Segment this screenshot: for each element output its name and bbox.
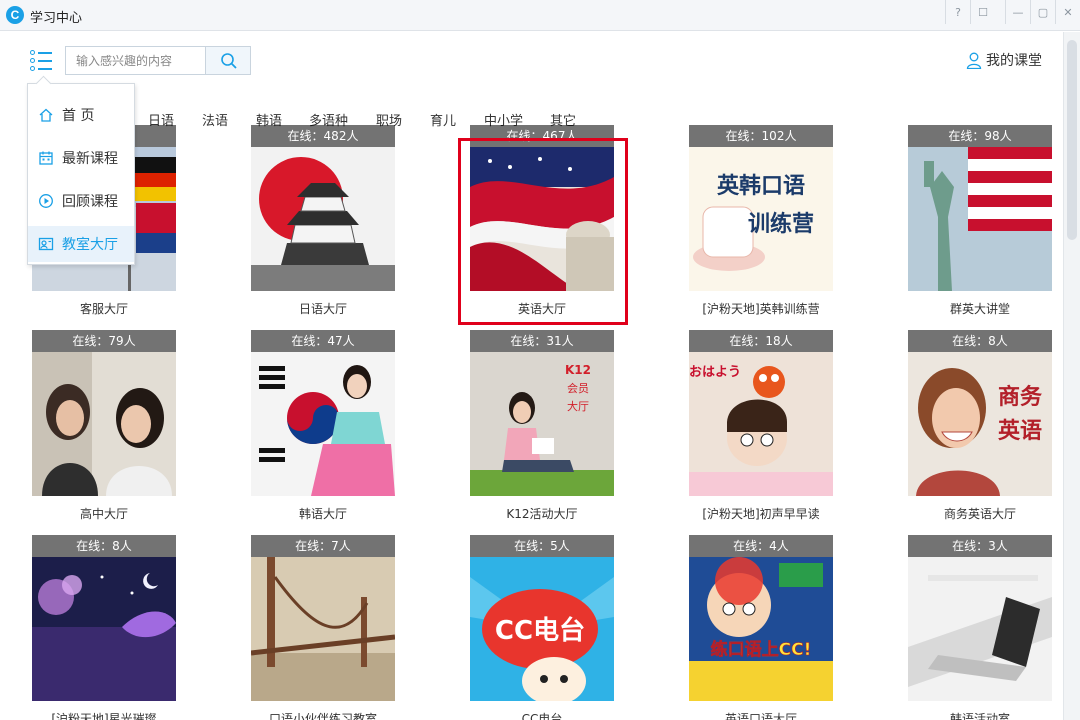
help-icon[interactable]: ?: [945, 0, 970, 24]
room-title: 英语大厅: [517, 302, 566, 316]
thumbnail-art-text: K12: [565, 363, 591, 377]
svg-text:会员: 会员: [567, 382, 589, 395]
menu-item-label: 教室大厅: [62, 237, 118, 253]
room-thumbnail: おはよう: [689, 352, 833, 496]
menu-item-review-courses[interactable]: 回顾课程: [28, 183, 134, 219]
online-count: 在线：18人: [689, 330, 833, 352]
close-button[interactable]: ✕: [1055, 0, 1080, 24]
room-title: 日语大厅: [298, 302, 347, 316]
room-title: [沪粉天地]英韩训练营: [702, 302, 820, 316]
room-thumbnail: 英韩口语 训练营: [689, 147, 833, 291]
online-count: 在线：8人: [908, 330, 1052, 352]
room-thumbnail: [251, 352, 395, 496]
room-title: K12活动大厅: [506, 507, 578, 521]
app-logo-icon: C: [6, 6, 24, 24]
classroom-icon: [38, 237, 54, 251]
thumbnail-art-text: 英韩口语: [717, 173, 805, 199]
menu-toggle-icon[interactable]: [30, 48, 54, 72]
online-count: 在线：3人: [908, 535, 1052, 557]
room-thumbnail: [32, 352, 176, 496]
room-title: [沪粉天地]初声早早读: [702, 507, 820, 521]
online-count: 在线：467人: [470, 125, 614, 147]
room-thumbnail: CC电台: [470, 557, 614, 701]
thumbnail-art-text: CC电台: [495, 615, 585, 646]
room-title: 口语小伙伴练习教室: [268, 712, 377, 720]
play-circle-icon: [39, 194, 53, 208]
vertical-scrollbar[interactable]: [1063, 32, 1080, 720]
my-class-label: 我的课堂: [986, 53, 1042, 69]
window-title: 学习中心: [30, 11, 83, 26]
online-count: 在线：102人: [689, 125, 833, 147]
room-title: 客服大厅: [79, 302, 128, 316]
online-count: 在线：79人: [32, 330, 176, 352]
online-count: 在线：47人: [251, 330, 395, 352]
search-button[interactable]: [205, 47, 250, 74]
svg-text:训练营: 训练营: [748, 211, 814, 237]
room-thumbnail: [470, 147, 614, 291]
menu-item-classroom-hall[interactable]: 教室大厅: [28, 226, 134, 262]
room-thumbnail: 商务 英语: [908, 352, 1052, 496]
room-title: 韩语大厅: [298, 507, 347, 521]
menu-item-home[interactable]: 首 页: [28, 97, 134, 133]
maximize-button[interactable]: ▢: [1030, 0, 1055, 24]
calendar-icon: [39, 151, 53, 165]
room-thumbnail: [251, 557, 395, 701]
title-bar: C 学习中心 ? ☐ — ▢ ✕: [0, 0, 1080, 31]
room-thumbnail: [251, 147, 395, 291]
online-count: 在线：4人: [689, 535, 833, 557]
room-title: 英语口语大厅: [724, 712, 797, 720]
room-title: 商务英语大厅: [943, 507, 1016, 521]
menu-item-label: 最新课程: [62, 151, 118, 167]
room-thumbnail: [32, 557, 176, 701]
thumbnail-art-text: おはよう: [689, 365, 741, 380]
room-thumbnail: [908, 147, 1052, 291]
nav-dropdown-menu: 首 页 最新课程 回顾课程 教室大厅: [27, 83, 135, 265]
menu-item-label: 首 页: [62, 108, 95, 124]
room-thumbnail: 练口语上CC!: [689, 557, 833, 701]
scrollbar-thumb[interactable]: [1067, 40, 1077, 240]
online-count: 在线：482人: [251, 125, 395, 147]
svg-text:英语: 英语: [998, 419, 1042, 444]
search-box: [65, 46, 251, 75]
room-title: 韩语活动室: [949, 712, 1010, 720]
category-parenting[interactable]: 育儿: [430, 110, 456, 129]
online-count: 在线：31人: [470, 330, 614, 352]
svg-text:大厅: 大厅: [567, 399, 589, 413]
thumbnail-art-text: 练口语上CC!: [711, 639, 812, 660]
search-input[interactable]: [66, 47, 205, 74]
minimize-button[interactable]: —: [1005, 0, 1030, 24]
room-title: 高中大厅: [79, 507, 128, 521]
menu-item-label: 回顾课程: [62, 194, 118, 210]
category-french[interactable]: 法语: [202, 110, 228, 129]
room-title: CC电台: [521, 712, 563, 720]
feedback-icon[interactable]: ☐: [970, 0, 995, 24]
menu-item-latest-courses[interactable]: 最新课程: [28, 140, 134, 176]
online-count: 在线：5人: [470, 535, 614, 557]
user-icon: [966, 52, 982, 69]
room-title: [沪粉天地]星光璀璨: [51, 712, 157, 720]
home-icon: [39, 108, 53, 122]
room-thumbnail: K12 会员 大厅: [470, 352, 614, 496]
my-class-link[interactable]: 我的课堂: [966, 50, 1042, 70]
thumbnail-art-text: 商务: [998, 384, 1043, 410]
room-thumbnail: [908, 557, 1052, 701]
online-count: 在线：98人: [908, 125, 1052, 147]
search-icon: [221, 53, 237, 69]
room-title: 群英大讲堂: [949, 302, 1010, 316]
online-count: 在线：7人: [251, 535, 395, 557]
online-count: 在线：8人: [32, 535, 176, 557]
window-controls: ? ☐ — ▢ ✕: [945, 0, 1080, 24]
